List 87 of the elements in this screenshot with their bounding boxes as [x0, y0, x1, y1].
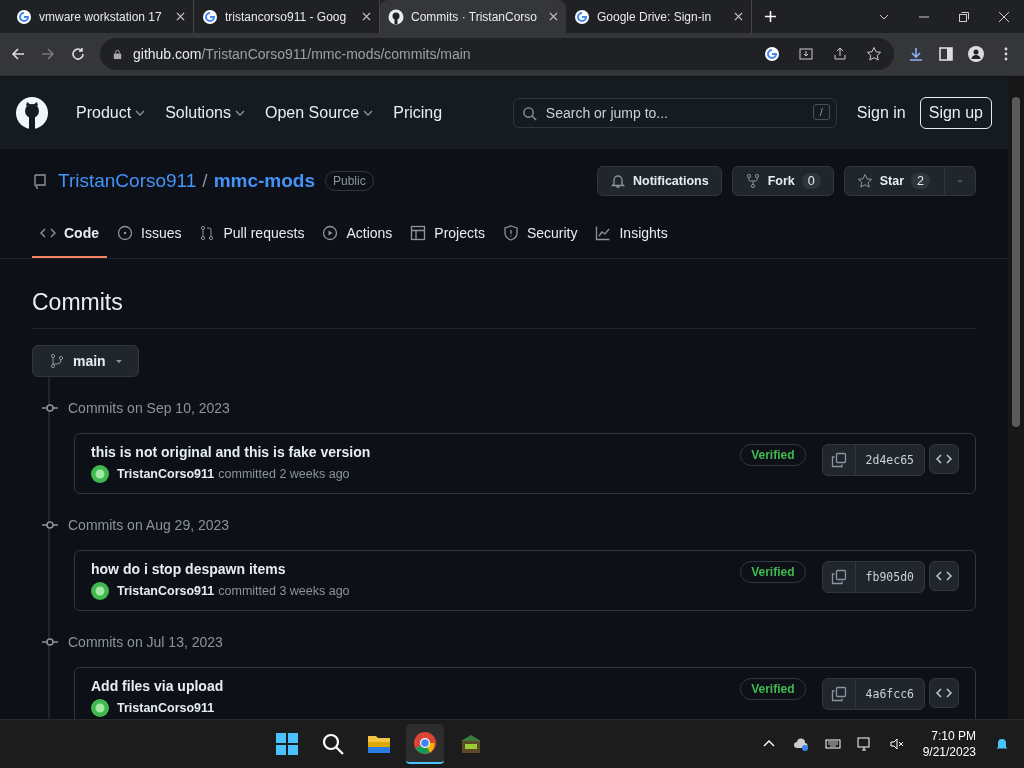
- nav-menu[interactable]: Solutions: [157, 99, 253, 126]
- google-icon: [574, 8, 590, 25]
- author-link[interactable]: TristanCorso911: [117, 466, 215, 481]
- profile-icon[interactable]: [968, 46, 984, 63]
- commit-time: committed 2 weeks ago: [218, 466, 350, 481]
- sign-up-button[interactable]: Sign up: [919, 96, 992, 129]
- fork-button[interactable]: Fork 0: [731, 165, 834, 196]
- commit-time: committed 3 weeks ago: [218, 583, 350, 598]
- fork-icon: [744, 172, 761, 189]
- google-icon[interactable]: [764, 46, 780, 63]
- restore-icon[interactable]: [958, 10, 970, 23]
- fork-count: 0: [801, 172, 821, 189]
- notifications-button[interactable]: Notifications: [596, 165, 722, 196]
- close-icon[interactable]: [362, 12, 371, 21]
- branch-icon: [49, 352, 65, 369]
- author-link[interactable]: TristanCorso911: [117, 583, 215, 598]
- nav-menu[interactable]: Product: [68, 99, 154, 126]
- clock[interactable]: 7:10 PM 9/21/2023: [922, 728, 976, 761]
- new-tab-icon[interactable]: [764, 10, 777, 23]
- download-icon[interactable]: [908, 46, 924, 63]
- copy-icon: [830, 451, 847, 468]
- repo-tab[interactable]: Code: [32, 212, 107, 258]
- branch-selector[interactable]: main: [32, 344, 139, 377]
- browse-files-button[interactable]: [929, 443, 959, 474]
- shield-icon: [502, 224, 519, 241]
- avatar-icon: [91, 581, 109, 600]
- graph-icon: [595, 224, 612, 241]
- share-icon[interactable]: [832, 46, 848, 63]
- star-icon: [856, 172, 873, 189]
- repo-name-link[interactable]: mmc-mods: [213, 169, 315, 192]
- owner-link[interactable]: TristanCorso911: [58, 169, 197, 192]
- repo-tab[interactable]: Projects: [402, 212, 493, 258]
- google-icon: [16, 8, 32, 25]
- cloud-icon[interactable]: [792, 736, 809, 753]
- close-icon[interactable]: [734, 12, 743, 21]
- commit-date-heading: Commits on Jul 13, 2023: [68, 633, 223, 650]
- close-icon[interactable]: [176, 12, 185, 21]
- repo-tab[interactable]: Insights: [587, 212, 676, 258]
- author-link[interactable]: TristanCorso911: [117, 700, 215, 715]
- nav-menu[interactable]: Open Source: [256, 99, 382, 126]
- repo-tab[interactable]: Security: [494, 212, 586, 258]
- side-panel-icon[interactable]: [938, 46, 954, 63]
- clock-date: 9/21/2023: [922, 744, 976, 761]
- network-icon[interactable]: [856, 736, 873, 753]
- path-separator: /: [202, 169, 208, 192]
- commit-message-link[interactable]: Add files via upload: [91, 677, 725, 694]
- close-icon[interactable]: [998, 10, 1010, 23]
- browse-files-button[interactable]: [929, 560, 959, 591]
- repo-icon: [32, 172, 48, 189]
- repo-tab[interactable]: Issues: [109, 212, 190, 258]
- address-bar[interactable]: github.com/TristanCorso911/mmc-mods/commits/main: [100, 38, 894, 71]
- sign-in-link[interactable]: Sign in: [856, 103, 906, 122]
- page-title: Commits: [32, 288, 976, 329]
- issue-icon: [117, 224, 133, 241]
- reload-icon[interactable]: [70, 46, 86, 63]
- lock-icon: [112, 48, 123, 60]
- table-icon: [410, 224, 427, 241]
- avatar-icon: [91, 698, 109, 717]
- commit-date-heading: Commits on Sep 10, 2023: [68, 399, 230, 416]
- repo-tab[interactable]: Pull requests: [191, 212, 313, 258]
- star-button[interactable]: Star 2: [843, 165, 945, 196]
- star-menu-button[interactable]: [944, 165, 976, 196]
- github-logo-icon[interactable]: [16, 96, 48, 129]
- star-icon[interactable]: [866, 46, 882, 63]
- copy-icon: [830, 685, 847, 702]
- nav-link[interactable]: Pricing: [385, 99, 451, 126]
- commit-message-link[interactable]: how do i stop despawn items: [91, 560, 725, 577]
- copy-icon: [830, 568, 847, 585]
- github-icon: [388, 8, 404, 25]
- install-icon[interactable]: [798, 46, 814, 63]
- scrollbar[interactable]: [1008, 76, 1024, 720]
- shortcut-key: /: [812, 103, 830, 120]
- google-icon: [202, 8, 218, 25]
- close-icon[interactable]: [549, 12, 558, 21]
- clock-time: 7:10 PM: [931, 728, 976, 745]
- search-icon: [521, 105, 537, 121]
- play-icon: [322, 224, 339, 241]
- bell-icon: [609, 172, 626, 189]
- commit-message-link[interactable]: this is not original and this is fake version: [91, 443, 725, 460]
- avatar-icon: [91, 464, 109, 483]
- commit-date-heading: Commits on Aug 29, 2023: [68, 516, 230, 533]
- browser-tab[interactable]: Commits · TristanCorso: [380, 0, 566, 33]
- chrome-icon[interactable]: [406, 724, 445, 765]
- star-count: 2: [911, 172, 930, 189]
- pr-icon: [199, 224, 216, 241]
- repo-tab[interactable]: Actions: [314, 212, 401, 258]
- browse-files-button[interactable]: [929, 677, 959, 708]
